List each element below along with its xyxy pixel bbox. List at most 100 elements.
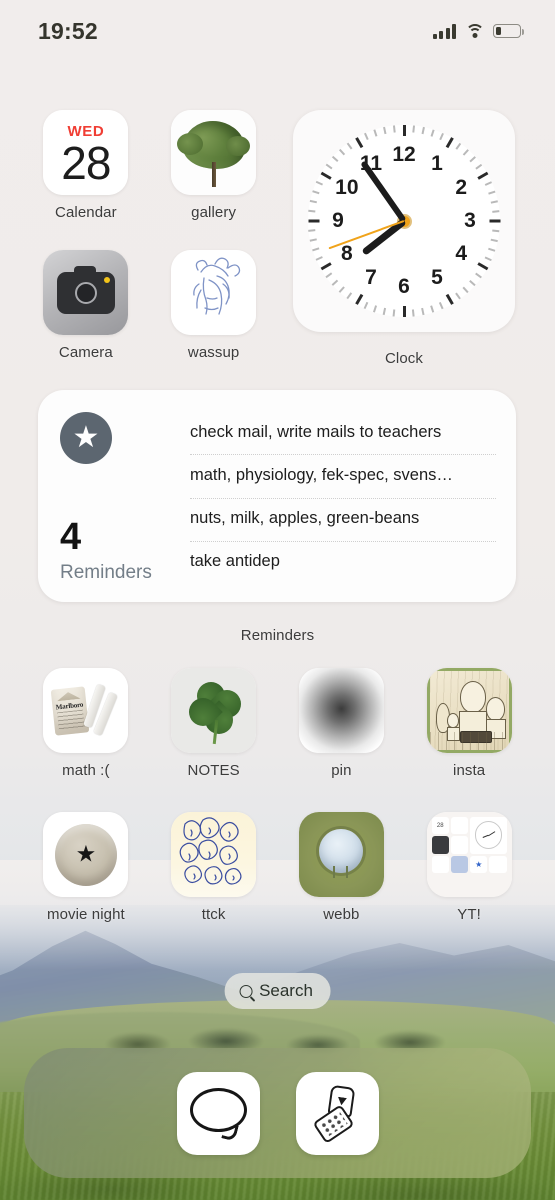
tree-photo-icon[interactable] <box>171 110 257 195</box>
status-bar-indicators <box>432 23 524 39</box>
app-pin[interactable]: pin <box>278 668 406 779</box>
bowl-star-icon[interactable] <box>43 812 129 897</box>
app-label-wassup: wassup <box>187 344 240 361</box>
clock-tick <box>489 219 500 223</box>
reminder-item[interactable]: nuts, milk, apples, green-beans <box>190 499 496 542</box>
clock-number: 7 <box>365 266 377 290</box>
clock-tick <box>354 137 363 149</box>
wifi-icon <box>465 24 484 38</box>
clock-number: 2 <box>455 176 467 199</box>
clock-widget[interactable]: 12 1 2 3 4 5 6 7 8 9 10 11 <box>293 110 515 332</box>
mini-clock <box>470 817 507 854</box>
clock-number: 3 <box>464 209 476 232</box>
clock-tick <box>445 293 454 305</box>
camera-flash <box>103 276 110 283</box>
app-label-clock: Clock <box>384 350 423 367</box>
clock-tick <box>492 229 500 232</box>
flip-phone-shape <box>312 1084 363 1144</box>
clock-tick <box>332 279 339 286</box>
app-label-webb: webb <box>323 906 360 923</box>
clock-tick <box>308 219 319 223</box>
mini-calendar <box>431 817 449 835</box>
widget-label-reminders: Reminders <box>240 627 315 644</box>
app-row-3: Marlboro math :( NOTES pin insta <box>0 668 555 779</box>
clock-tick <box>469 156 476 163</box>
clock-number: 1 <box>431 151 443 175</box>
dock <box>24 1048 531 1178</box>
app-ttck[interactable]: ttck <box>150 812 278 923</box>
clock-tick <box>430 129 435 137</box>
app-label-math: math :( <box>62 762 110 779</box>
reminders-title: Reminders <box>60 562 152 583</box>
camera-lens <box>74 281 97 304</box>
camera-body <box>56 265 115 314</box>
clock-number: 6 <box>398 275 410 298</box>
app-label-gallery: gallery <box>191 204 237 221</box>
doodle-head-1 <box>459 681 486 713</box>
camera-icon[interactable] <box>43 250 129 335</box>
search-icon <box>239 984 253 998</box>
app-math[interactable]: Marlboro math :( <box>22 668 150 779</box>
doodle-floor <box>429 732 509 750</box>
clock-tick <box>332 156 339 163</box>
reminder-item[interactable]: take antidep <box>190 542 496 584</box>
clock-tick <box>346 142 353 150</box>
clock-tick <box>309 238 318 242</box>
reminders-count: 4 <box>60 516 82 558</box>
app-camera[interactable]: Camera <box>22 250 150 361</box>
clock-tick <box>430 305 435 313</box>
clock-tick <box>475 272 483 279</box>
blue-sketch-icon[interactable] <box>171 250 257 335</box>
tree-trunk <box>211 162 216 187</box>
four-leaf-clover-icon[interactable] <box>171 668 257 753</box>
calendar-icon[interactable]: WED 28 <box>43 110 129 195</box>
clock-tick <box>490 238 499 242</box>
clock-hour-hand <box>360 218 407 256</box>
bowl-shape <box>54 823 117 886</box>
clock-tick <box>308 210 316 213</box>
clock-tick <box>484 256 493 261</box>
clock-tick <box>315 256 324 261</box>
reminders-widget[interactable]: ★ 4 Reminders check mail, write mails to… <box>38 390 516 602</box>
clock-tick <box>354 293 363 305</box>
olive-circle-icon[interactable] <box>298 812 384 897</box>
reminder-item[interactable]: math, physiology, fek-spec, svens… <box>190 455 496 499</box>
app-webb[interactable]: webb <box>278 812 406 923</box>
app-label-movie-night: movie night <box>46 906 125 923</box>
clock-tick <box>476 171 488 180</box>
folder-preview-icon[interactable] <box>426 812 512 897</box>
clock-number: 10 <box>335 176 359 199</box>
app-label-ttck: ttck <box>201 906 226 923</box>
app-notes[interactable]: NOTES <box>150 668 278 779</box>
clock-tick <box>469 279 476 286</box>
app-gallery[interactable]: gallery <box>150 110 278 221</box>
reminder-item[interactable]: check mail, write mails to teachers <box>190 412 496 456</box>
speech-bubble-icon[interactable] <box>176 1071 260 1155</box>
blue-faces-icon[interactable] <box>171 812 257 897</box>
star-circle-icon: ★ <box>60 412 112 464</box>
app-calendar[interactable]: WED 28 Calendar <box>22 110 150 221</box>
clock-tick <box>439 132 444 141</box>
app-movie-night[interactable]: movie night <box>22 812 150 923</box>
doodle-drawing-icon[interactable] <box>426 668 512 753</box>
app-wassup[interactable]: wassup <box>150 250 278 361</box>
flip-phone-icon[interactable] <box>295 1071 379 1155</box>
app-label-pin: pin <box>331 762 352 779</box>
clock-tick <box>325 272 333 279</box>
clock-tick <box>421 307 425 316</box>
battery-level-fill <box>495 26 502 36</box>
doodle-head-2 <box>485 697 505 721</box>
cigarette-pack-icon[interactable]: Marlboro <box>43 668 129 753</box>
search-button[interactable]: Search <box>224 973 331 1009</box>
clock-tick <box>339 286 346 293</box>
clock-tick <box>488 247 496 252</box>
blurred-gradient-icon[interactable] <box>298 668 384 753</box>
app-label-camera: Camera <box>58 344 113 361</box>
app-yt-folder[interactable]: YT! <box>405 812 533 923</box>
mini-camera <box>431 836 449 854</box>
clock-tick <box>346 292 353 300</box>
app-insta[interactable]: insta <box>405 668 533 779</box>
app-row-4: movie night <box>0 812 555 923</box>
mini-widget-b <box>450 855 469 873</box>
clock-tick <box>490 200 499 204</box>
